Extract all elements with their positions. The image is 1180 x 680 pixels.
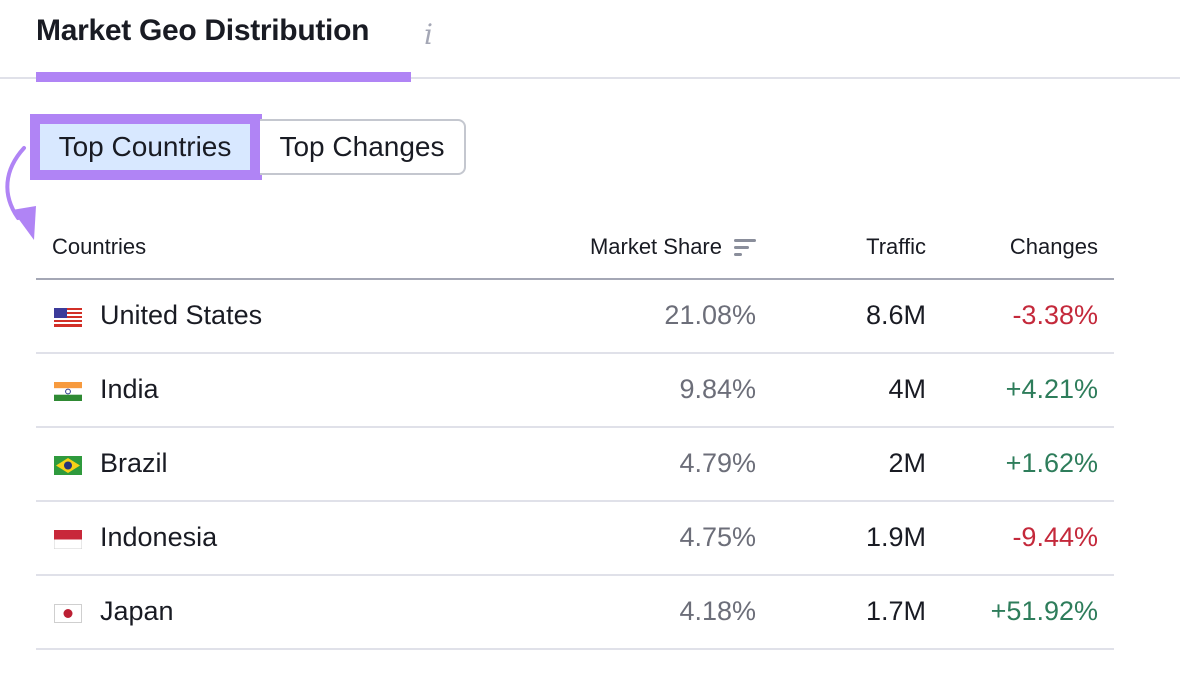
sort-descending-icon[interactable] bbox=[734, 238, 756, 256]
country-name[interactable]: India bbox=[100, 374, 159, 405]
market-share-value: 4.18% bbox=[679, 596, 756, 626]
table-row[interactable]: Indonesia 4.75% 1.9M -9.44% bbox=[36, 502, 1114, 576]
traffic-value: 1.9M bbox=[865, 522, 926, 552]
title-highlight-underline bbox=[36, 72, 411, 82]
column-header-traffic[interactable]: Traffic bbox=[866, 234, 926, 260]
traffic-value: 1.7M bbox=[865, 596, 926, 626]
page-title: Market Geo Distribution bbox=[36, 14, 370, 47]
widget-header: Market Geo Distribution i bbox=[0, 0, 1180, 82]
column-header-countries[interactable]: Countries bbox=[52, 234, 146, 260]
countries-table: Countries Market Share Traffic Changes U… bbox=[36, 220, 1114, 650]
market-share-value: 4.75% bbox=[679, 522, 756, 552]
india-flag-icon bbox=[54, 382, 82, 401]
change-value: -3.38% bbox=[1012, 300, 1098, 330]
country-name[interactable]: Japan bbox=[100, 596, 174, 627]
traffic-value: 2M bbox=[888, 448, 926, 478]
market-share-value: 9.84% bbox=[679, 374, 756, 404]
brazil-flag-icon bbox=[54, 456, 82, 475]
country-name[interactable]: United States bbox=[100, 300, 262, 331]
column-header-market-share-label: Market Share bbox=[589, 234, 722, 259]
info-icon[interactable]: i bbox=[424, 18, 433, 51]
table-row[interactable]: India 9.84% 4M +4.21% bbox=[36, 354, 1114, 428]
traffic-value: 8.6M bbox=[865, 300, 926, 330]
change-value: +51.92% bbox=[990, 596, 1098, 626]
table-row[interactable]: Brazil 4.79% 2M +1.62% bbox=[36, 428, 1114, 502]
traffic-value: 4M bbox=[888, 374, 926, 404]
tab-top-countries[interactable]: Top Countries bbox=[40, 124, 250, 170]
market-share-value: 4.79% bbox=[679, 448, 756, 478]
us-flag-icon bbox=[54, 308, 82, 327]
column-header-market-share[interactable]: Market Share bbox=[590, 234, 756, 260]
column-header-changes[interactable]: Changes bbox=[1010, 234, 1098, 260]
country-name[interactable]: Indonesia bbox=[100, 522, 217, 553]
tab-top-changes[interactable]: Top Changes bbox=[260, 119, 466, 175]
table-header: Countries Market Share Traffic Changes bbox=[36, 220, 1114, 280]
tab-highlight-frame: Top Countries bbox=[30, 114, 262, 180]
table-row[interactable]: Japan 4.18% 1.7M +51.92% bbox=[36, 576, 1114, 650]
table-row[interactable]: United States 21.08% 8.6M -3.38% bbox=[36, 280, 1114, 354]
change-value: +4.21% bbox=[1005, 374, 1098, 404]
market-share-value: 21.08% bbox=[664, 300, 756, 330]
country-name[interactable]: Brazil bbox=[100, 448, 168, 479]
indonesia-flag-icon bbox=[54, 530, 82, 549]
change-value: -9.44% bbox=[1012, 522, 1098, 552]
japan-flag-icon bbox=[54, 604, 82, 623]
change-value: +1.62% bbox=[1005, 448, 1098, 478]
